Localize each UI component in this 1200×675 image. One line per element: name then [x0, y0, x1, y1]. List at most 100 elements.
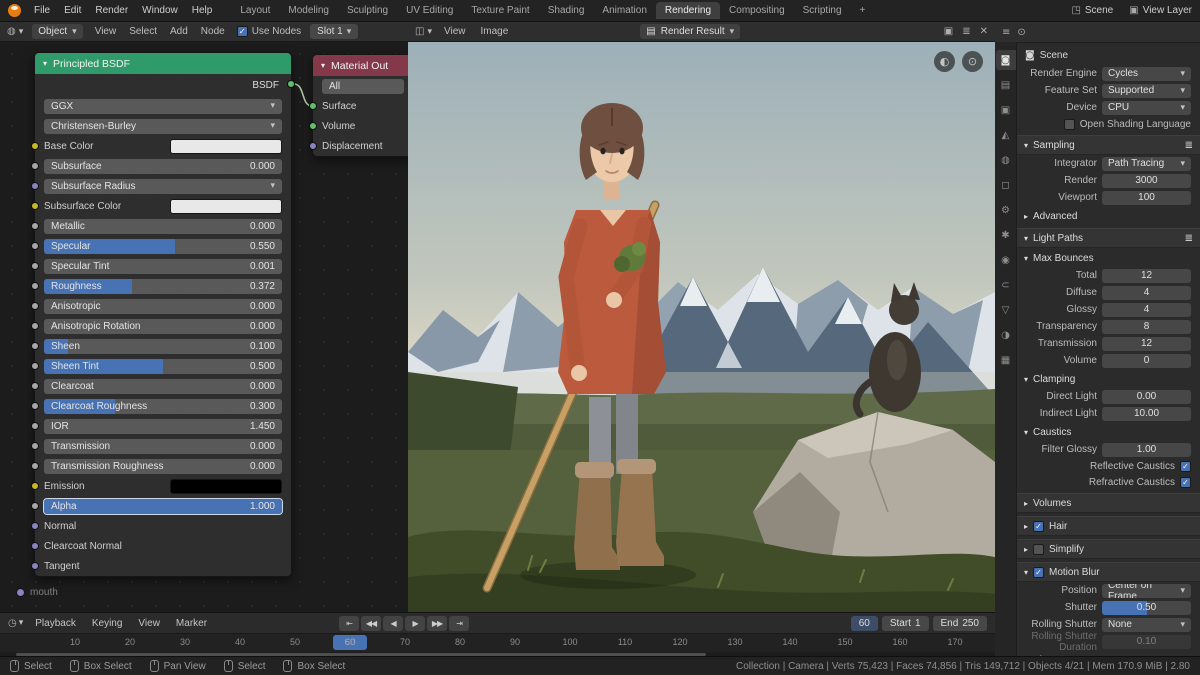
- input-socket[interactable]: [31, 362, 39, 370]
- feature-set-dropdown[interactable]: Supported ▾: [1102, 83, 1191, 98]
- bounces-transparency-field[interactable]: 8: [1102, 319, 1191, 334]
- input-socket[interactable]: [31, 262, 39, 270]
- integrator-dropdown[interactable]: Path Tracing ▾: [1102, 156, 1191, 171]
- panel-max-bounces[interactable]: ▾ Max Bounces: [1017, 249, 1200, 267]
- input-socket[interactable]: [31, 302, 39, 310]
- panel-motion-blur[interactable]: ▾ ✓ Motion Blur: [1017, 562, 1200, 582]
- bounces-total-field[interactable]: 12: [1102, 268, 1191, 283]
- panel-volumes[interactable]: ▸ Volumes: [1017, 493, 1200, 513]
- osl-checkbox[interactable]: [1063, 118, 1075, 130]
- input-socket[interactable]: [31, 562, 39, 570]
- ior-slider[interactable]: IOR 1.450: [44, 418, 282, 434]
- scene-selector[interactable]: ◳ Scene: [1071, 5, 1113, 16]
- image-editor[interactable]: ◐ ⊙: [408, 42, 996, 612]
- clearcoat-roughness-slider[interactable]: Clearcoat Roughness 0.300: [44, 398, 282, 414]
- subsurface-slider[interactable]: Subsurface 0.000: [44, 158, 282, 174]
- input-socket[interactable]: [31, 542, 39, 550]
- collapse-icon[interactable]: ▾: [43, 59, 47, 68]
- hair-checkbox[interactable]: ✓: [1033, 520, 1045, 532]
- bounces-volume-field[interactable]: 0: [1102, 353, 1191, 368]
- refractive-caustics-checkbox[interactable]: ✓: [1180, 476, 1191, 488]
- panel-clamping[interactable]: ▾ Clamping: [1017, 370, 1200, 388]
- workspace-tab-shading[interactable]: Shading: [539, 2, 594, 19]
- input-socket[interactable]: [31, 182, 39, 190]
- properties-tab-object[interactable]: ◻: [996, 175, 1016, 195]
- properties-tab-constraints[interactable]: ⊂: [996, 275, 1016, 295]
- image-datablock-selector[interactable]: ▤ Render Result ▾: [640, 24, 741, 39]
- current-frame-field[interactable]: 60: [850, 615, 878, 631]
- properties-editor-type-icon[interactable]: ≡: [1002, 27, 1010, 38]
- panel-simplify[interactable]: ▸ Simplify: [1017, 539, 1200, 559]
- clearcoat-slider[interactable]: Clearcoat 0.000: [44, 378, 282, 394]
- specular-tint-slider[interactable]: Specular Tint 0.001: [44, 258, 282, 274]
- rolling-duration-field[interactable]: 0.10: [1102, 634, 1191, 649]
- add-workspace-button[interactable]: +: [851, 2, 875, 19]
- bsdf-node-header[interactable]: ▾ Principled BSDF: [35, 53, 291, 74]
- input-socket[interactable]: [31, 222, 39, 230]
- properties-tab-material[interactable]: ◑: [996, 325, 1016, 345]
- transmission-roughness-slider[interactable]: Transmission Roughness 0.000: [44, 458, 282, 474]
- properties-tab-particles[interactable]: ✱: [996, 225, 1016, 245]
- overlay-toggle-button[interactable]: ◐: [934, 51, 955, 72]
- bounces-glossy-field[interactable]: 4: [1102, 302, 1191, 317]
- use-nodes-checkbox[interactable]: ✓ Use Nodes: [236, 26, 301, 37]
- panel-caustics[interactable]: ▾ Caustics: [1017, 423, 1200, 441]
- shader-editor[interactable]: ▾ Principled BSDF BSDF GGX ▾ Christensen-B…: [0, 42, 409, 612]
- slot-dropdown[interactable]: Slot 1 ▾: [310, 24, 359, 39]
- menu-window[interactable]: Window: [135, 3, 185, 18]
- image-options-button[interactable]: ≣: [962, 26, 970, 37]
- metallic-slider[interactable]: Metallic 0.000: [44, 218, 282, 234]
- render-samples-field[interactable]: 3000: [1102, 173, 1191, 188]
- unlink-image-button[interactable]: ✕: [980, 26, 988, 37]
- jump-to-start-button[interactable]: ⇤: [339, 615, 360, 631]
- bsdf-output-socket[interactable]: [287, 80, 295, 88]
- principled-bsdf-node[interactable]: ▾ Principled BSDF BSDF GGX ▾ Christensen-B…: [31, 52, 295, 577]
- filter-glossy-field[interactable]: 1.00: [1102, 442, 1191, 457]
- input-socket[interactable]: [31, 522, 39, 530]
- subsurface-radius-dropdown[interactable]: Subsurface Radius ▾: [44, 178, 282, 194]
- ggx-dropdown[interactable]: GGX ▾: [44, 98, 282, 114]
- shader-mode-dropdown[interactable]: Object ▾: [32, 24, 83, 39]
- input-socket[interactable]: [31, 462, 39, 470]
- input-socket[interactable]: [31, 482, 39, 490]
- menu-playback[interactable]: Playback: [32, 617, 79, 630]
- sheen-slider[interactable]: Sheen 0.100: [44, 338, 282, 354]
- workspace-tab-scripting[interactable]: Scripting: [794, 2, 851, 19]
- play-button[interactable]: ▶: [405, 615, 426, 631]
- indirect-light-field[interactable]: 10.00: [1102, 406, 1191, 421]
- jump-to-end-button[interactable]: ⇥: [449, 615, 470, 631]
- subsurface-color-swatch[interactable]: [170, 198, 282, 214]
- panel-light-paths[interactable]: ▾ Light Paths ≣: [1017, 228, 1200, 248]
- specular-slider[interactable]: Specular 0.550: [44, 238, 282, 254]
- input-socket[interactable]: [31, 382, 39, 390]
- workspace-tab-texture-paint[interactable]: Texture Paint: [462, 2, 538, 19]
- menu-keying[interactable]: Keying: [89, 617, 126, 630]
- anisotropic-rotation-slider[interactable]: Anisotropic Rotation 0.000: [44, 318, 282, 334]
- material-output-node[interactable]: ▾ Material Out All Surface Volume Displace…: [309, 54, 408, 157]
- menu-edit[interactable]: Edit: [57, 3, 88, 18]
- properties-tab-view-layer[interactable]: ▣: [996, 100, 1016, 120]
- bounces-diffuse-field[interactable]: 4: [1102, 285, 1191, 300]
- timeline-ruler[interactable]: 60 10 20 30 40 50 60 70 80 90 100 110 120 130 140 150 1…: [0, 633, 995, 652]
- frame-end-field[interactable]: End 250: [932, 615, 987, 631]
- collapse-icon[interactable]: ▾: [321, 61, 325, 70]
- menu-render[interactable]: Render: [88, 3, 135, 18]
- menu-view[interactable]: View: [135, 617, 163, 630]
- emission-swatch[interactable]: [170, 478, 282, 494]
- display-channels-button[interactable]: ▣: [944, 26, 953, 37]
- input-socket[interactable]: [31, 282, 39, 290]
- play-reverse-button[interactable]: ◀: [383, 615, 404, 631]
- workspace-tab-layout[interactable]: Layout: [231, 2, 279, 19]
- search-icon[interactable]: ⊙: [1017, 27, 1025, 38]
- material-output-header[interactable]: ▾ Material Out: [313, 55, 408, 76]
- input-socket[interactable]: [31, 202, 39, 210]
- simplify-checkbox[interactable]: [1033, 543, 1045, 555]
- sheen-tint-slider[interactable]: Sheen Tint 0.500: [44, 358, 282, 374]
- workspace-tab-sculpting[interactable]: Sculpting: [338, 2, 397, 19]
- menu-node[interactable]: Node: [198, 25, 228, 38]
- properties-tab-texture[interactable]: ▦: [996, 350, 1016, 370]
- previous-keyframe-button[interactable]: ◀◀: [361, 615, 382, 631]
- input-socket[interactable]: [31, 162, 39, 170]
- shader-editor-type-icon[interactable]: ◍: [7, 26, 16, 37]
- workspace-tab-modeling[interactable]: Modeling: [279, 2, 338, 19]
